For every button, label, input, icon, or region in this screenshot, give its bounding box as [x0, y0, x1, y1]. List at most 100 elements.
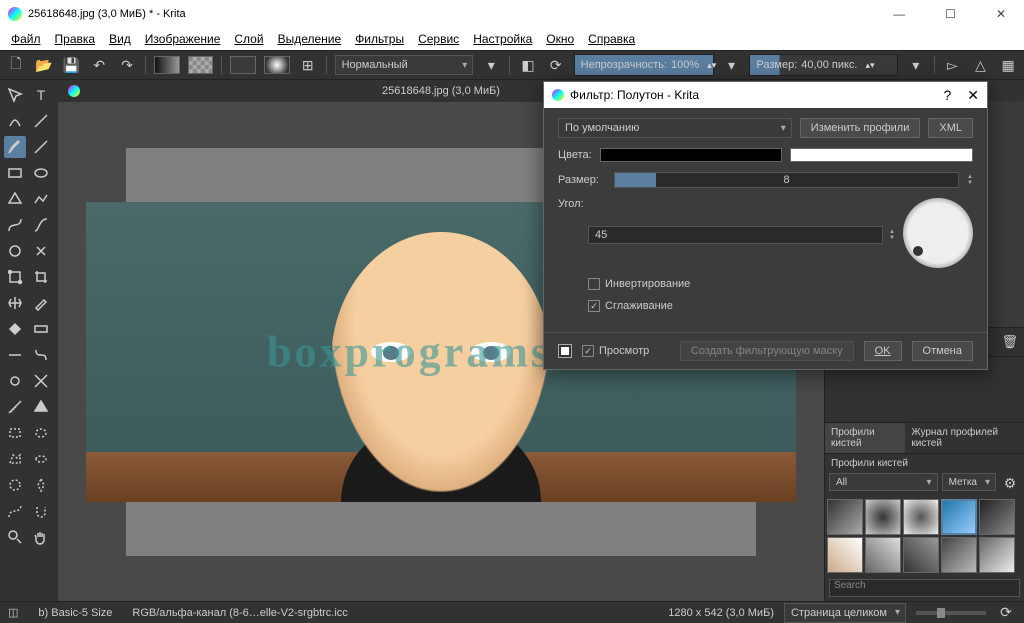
maximize-button[interactable]: ☐ — [935, 3, 966, 25]
size-slider[interactable]: Размер: 40,00 пикс. ▴▾ — [749, 54, 897, 76]
xml-button[interactable]: XML — [928, 118, 973, 138]
brush-preset[interactable] — [827, 499, 863, 535]
brush-filter-tag[interactable]: Метка — [942, 473, 996, 491]
split-preview-icon[interactable] — [558, 344, 572, 358]
brush-filter-all[interactable]: All — [829, 473, 938, 491]
menu-help[interactable]: Справка — [583, 30, 640, 48]
brush-preset[interactable] — [941, 499, 977, 535]
tool-smart-fill[interactable] — [4, 370, 26, 392]
save-file-icon[interactable]: 💾 — [62, 55, 82, 75]
angle-spinner[interactable]: ▲▼ — [889, 229, 895, 241]
brush-preset[interactable] — [941, 537, 977, 573]
tool-move[interactable] — [4, 84, 26, 106]
edit-profiles-button[interactable]: Изменить профили — [800, 118, 921, 138]
size-slider-input[interactable]: 8 — [614, 172, 959, 188]
dialog-titlebar[interactable]: Фильтр: Полутон - Krita ? ✕ — [544, 82, 987, 108]
tool-pan[interactable] — [30, 526, 52, 548]
erase-toggle-icon[interactable]: ◧ — [518, 55, 538, 75]
tool-zoom[interactable] — [4, 526, 26, 548]
brush-settings-icon[interactable]: ⊞ — [298, 55, 318, 75]
brush-preset[interactable] — [903, 537, 939, 573]
ok-button[interactable]: OK — [864, 341, 902, 361]
brush-preset[interactable] — [979, 499, 1015, 535]
minimize-button[interactable]: — — [883, 3, 915, 25]
tool-ellipse[interactable] — [30, 162, 52, 184]
menu-settings[interactable]: Настройка — [468, 30, 537, 48]
invert-checkbox[interactable]: Инвертирование — [588, 278, 690, 290]
wrap-icon[interactable]: ▦ — [998, 55, 1018, 75]
menu-select[interactable]: Выделение — [273, 30, 347, 48]
tool-crop[interactable] — [30, 266, 52, 288]
brush-preset[interactable] — [865, 499, 901, 535]
tool-deform[interactable] — [30, 344, 52, 366]
mirror-h-icon[interactable]: ▻ — [943, 55, 963, 75]
mirror-v-icon[interactable]: △ — [970, 55, 990, 75]
preset-select[interactable]: По умолчанию — [558, 118, 792, 138]
menu-layer[interactable]: Слой — [229, 30, 268, 48]
antialias-checkbox[interactable]: ✓Сглаживание — [588, 300, 673, 312]
zoom-select[interactable]: Страница целиком — [784, 603, 906, 623]
size-spinner[interactable]: ▲▼ — [967, 174, 973, 186]
tool-freehand-path[interactable] — [30, 214, 52, 236]
tool-sel-poly[interactable] — [4, 448, 26, 470]
open-file-icon[interactable]: 📂 — [34, 55, 54, 75]
menu-file[interactable]: Файл — [6, 30, 46, 48]
tool-assistant[interactable] — [30, 370, 52, 392]
menu-edit[interactable]: Правка — [50, 30, 101, 48]
reload-preset-icon[interactable]: ⟳ — [546, 55, 566, 75]
tool-edit-shape[interactable] — [4, 110, 26, 132]
gradient-swatch[interactable] — [154, 56, 180, 74]
rotate-canvas-icon[interactable]: ⟳ — [996, 603, 1016, 623]
status-sel-icon[interactable]: ◫ — [8, 606, 18, 619]
menu-filter[interactable]: Фильтры — [350, 30, 409, 48]
tool-multibrush[interactable] — [30, 240, 52, 262]
new-file-icon[interactable]: 🗋 — [6, 55, 26, 75]
tool-text[interactable]: T — [30, 84, 52, 106]
tool-measure[interactable] — [4, 396, 26, 418]
tool-brush[interactable] — [4, 136, 26, 158]
menu-view[interactable]: Вид — [104, 30, 136, 48]
opacity-dropdown-icon[interactable]: ▾ — [722, 55, 742, 75]
redo-icon[interactable]: ↷ — [117, 55, 137, 75]
tool-gradient[interactable] — [30, 318, 52, 340]
dialog-help-button[interactable]: ? — [943, 87, 951, 104]
brush-preset[interactable] — [903, 499, 939, 535]
tool-calligraphy[interactable] — [30, 110, 52, 132]
tool-dynamic[interactable] — [4, 240, 26, 262]
brush-preset[interactable] — [979, 537, 1015, 573]
tool-sel-magnetic[interactable] — [30, 500, 52, 522]
angle-dial[interactable] — [903, 198, 973, 268]
zoom-slider[interactable] — [916, 611, 986, 615]
size-dropdown-icon[interactable]: ▾ — [906, 55, 926, 75]
delete-layer-icon[interactable]: 🗑 — [1001, 334, 1018, 350]
brush-preset[interactable] — [827, 537, 863, 573]
tool-bezier[interactable] — [4, 214, 26, 236]
tool-rect[interactable] — [4, 162, 26, 184]
brush-tag-settings-icon[interactable]: ⚙ — [1000, 473, 1020, 493]
tool-line[interactable] — [30, 136, 52, 158]
tool-sel-contig[interactable] — [30, 474, 52, 496]
color-fg-swatch[interactable] — [600, 148, 783, 162]
undo-icon[interactable]: ↶ — [89, 55, 109, 75]
tool-move-layer[interactable] — [4, 292, 26, 314]
blend-dropdown-icon[interactable]: ▾ — [481, 55, 501, 75]
tool-transform[interactable] — [4, 266, 26, 288]
menu-tools[interactable]: Сервис — [413, 30, 464, 48]
brush-preset[interactable] — [865, 537, 901, 573]
opacity-slider[interactable]: Непрозрачность: 100% ▴▾ — [574, 54, 714, 76]
brush-preset-swatch[interactable] — [264, 56, 290, 74]
brush-search-input[interactable]: Search — [829, 579, 1020, 597]
tool-reference[interactable] — [30, 396, 52, 418]
tool-sel-similar[interactable] — [4, 474, 26, 496]
blend-mode-select[interactable]: Нормальный — [335, 55, 474, 75]
menu-image[interactable]: Изображение — [140, 30, 226, 48]
tab-brush-presets[interactable]: Профили кистей — [825, 423, 905, 453]
pattern-swatch[interactable] — [188, 56, 214, 74]
close-button[interactable]: ✕ — [986, 3, 1016, 25]
tab-brush-history[interactable]: Журнал профилей кистей — [905, 423, 1024, 453]
tool-polyline[interactable] — [30, 188, 52, 210]
tool-picker[interactable] — [30, 292, 52, 314]
preview-checkbox[interactable]: ✓Просмотр — [582, 345, 649, 357]
tool-pattern-edit[interactable] — [4, 344, 26, 366]
angle-input[interactable]: 45 — [588, 226, 883, 244]
